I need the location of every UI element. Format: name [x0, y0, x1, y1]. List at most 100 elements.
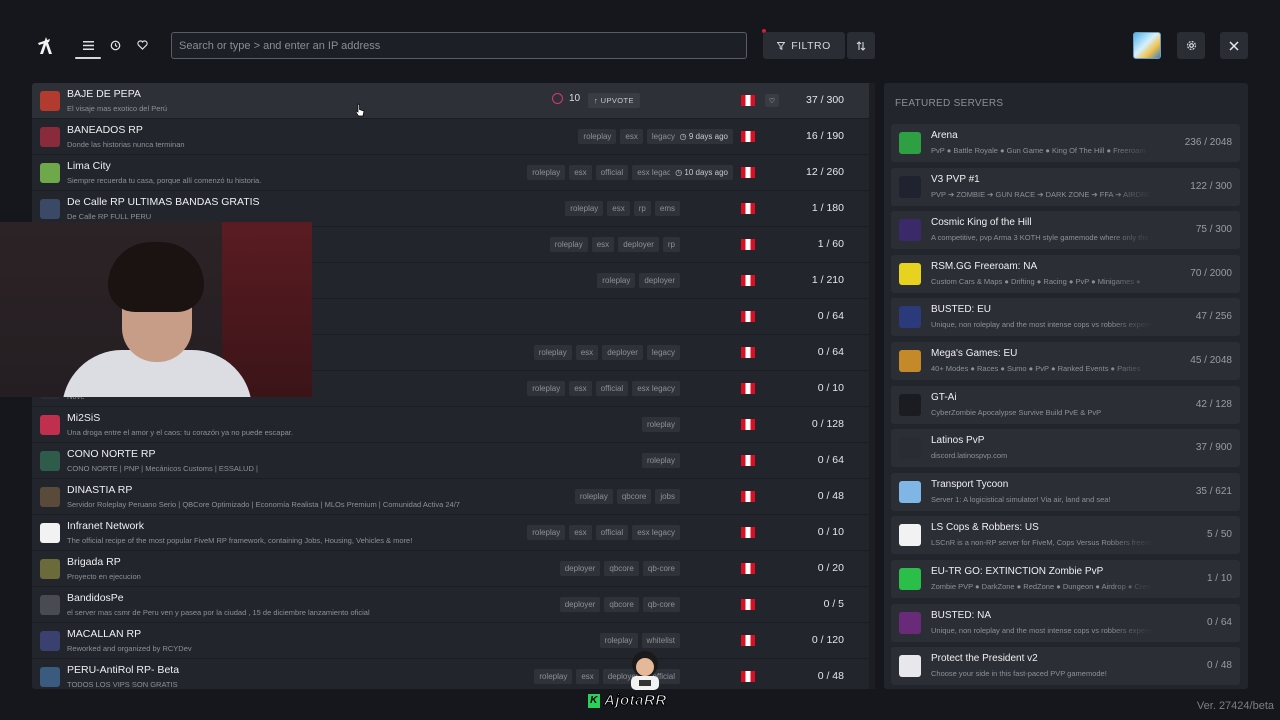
server-tag[interactable]: roleplay [533, 345, 572, 360]
server-tag[interactable]: roleplay [527, 165, 566, 180]
server-name: BAJE DE PEPA [67, 88, 141, 100]
server-tag[interactable]: qbcore [616, 489, 652, 504]
featured-server-card[interactable]: Mega's Games: EU 40+ Modes ● Races ● Sumo… [891, 342, 1240, 380]
server-tag[interactable]: roleplay [597, 273, 636, 288]
server-description: The official recipe of the most popular … [67, 536, 413, 545]
server-tag[interactable]: official [595, 165, 629, 180]
server-description: el server mas csmr de Peru ven y pasea p… [67, 608, 370, 617]
featured-server-card[interactable]: GT-Ai CyberZombie Apocalypse Survive Buil… [891, 385, 1240, 424]
server-tag[interactable]: roleplay [549, 237, 588, 252]
upvote-count: 10 [552, 93, 580, 104]
server-tag[interactable]: esx [576, 669, 599, 684]
featured-server-icon [899, 219, 921, 242]
server-list-scrollbar[interactable] [869, 83, 875, 689]
active-nav-indicator [75, 57, 101, 59]
server-tag[interactable]: official [595, 525, 629, 540]
server-tag[interactable]: jobs [655, 489, 680, 504]
server-icon [40, 487, 60, 507]
featured-server-card[interactable]: Arena PvP ● Battle Royale ● Gun Game ● Ki… [891, 124, 1240, 162]
featured-server-card[interactable]: Latinos PvP discord.latinospvp.com 37 / 90… [891, 429, 1240, 468]
streamer-mascot-icon [631, 651, 659, 690]
server-icon [40, 631, 60, 651]
server-tag[interactable]: esx [569, 165, 592, 180]
featured-server-card[interactable]: BUSTED: NA Unique, non roleplay and the m… [891, 603, 1240, 642]
server-tag[interactable]: qbcore [604, 561, 639, 576]
server-tag[interactable]: roleplay [574, 489, 613, 504]
featured-server-card[interactable]: Transport Tycoon Server 1: A logicistical… [891, 472, 1240, 511]
peru-flag-icon [741, 131, 755, 142]
server-tag[interactable]: qb-core [642, 597, 680, 612]
upvote-button[interactable]: ↑ UPVOTE [588, 93, 640, 108]
server-tag[interactable]: legacy [646, 345, 680, 360]
server-row[interactable]: CONO NORTE RP CONO NORTE | PNP | Mecánico… [32, 443, 875, 479]
avatar[interactable] [1133, 32, 1161, 59]
server-tag[interactable]: esx legacy [632, 381, 680, 396]
server-tag[interactable]: esx [591, 237, 615, 252]
featured-server-card[interactable]: Protect the President v2 Choose your side… [891, 647, 1240, 686]
featured-server-card[interactable]: LS Cops & Robbers: US LSCnR is a non-RP s… [891, 516, 1240, 555]
server-tag[interactable]: esx [607, 201, 630, 216]
close-button[interactable] [1220, 32, 1248, 59]
player-count: 1 / 60 [817, 238, 844, 250]
peru-flag-icon [741, 347, 755, 358]
server-row[interactable]: Brigada RP Proyecto en ejecucion deployer q… [32, 551, 875, 587]
server-tag[interactable]: rp [633, 201, 651, 216]
server-tag[interactable]: roleplay [527, 525, 566, 540]
server-tag[interactable]: roleplay [641, 417, 680, 432]
server-tag[interactable]: esx [569, 525, 592, 540]
featured-server-card[interactable]: EU-TR GO: EXTINCTION Zombie PvP Zombie PV… [891, 560, 1240, 598]
server-tag[interactable]: qb-core [642, 561, 680, 576]
featured-server-icon [899, 175, 921, 198]
featured-server-description: Zombie PVP ● DarkZone ● RedZone ● Dungeo… [931, 582, 1153, 591]
list-icon[interactable] [78, 35, 98, 55]
app-logo-icon[interactable] [36, 34, 56, 56]
server-row[interactable]: Mi2SiS Una droga entre el amor y el caos:… [32, 407, 875, 443]
server-tag[interactable]: esx legacy [632, 525, 680, 540]
server-tag[interactable]: deployer [639, 273, 680, 288]
search-input[interactable] [171, 32, 747, 59]
server-row[interactable]: PERU-AntiRol RP- Beta TODOS LOS VIPS SON … [32, 659, 875, 689]
featured-player-count: 236 / 2048 [1184, 137, 1232, 148]
server-tag[interactable]: roleplay [534, 669, 573, 684]
server-row[interactable]: MACALLAN RP Reworked and organized by RCY… [32, 623, 875, 659]
server-tag[interactable]: roleplay [527, 381, 566, 396]
server-row[interactable]: BandidosPe el server mas csmr de Peru ven… [32, 587, 875, 623]
server-row[interactable]: Lima City Siempre recuerda tu casa, porqu… [32, 155, 875, 191]
server-row[interactable]: BAJE DE PEPA El visaje mas exotico del Pe… [32, 83, 875, 119]
server-tags: roleplay [641, 453, 680, 468]
server-tag[interactable]: deployer [559, 561, 601, 576]
history-icon[interactable] [105, 35, 125, 55]
settings-button[interactable] [1177, 32, 1205, 59]
peru-flag-icon [741, 275, 755, 286]
server-row[interactable]: DINASTIA RP Servidor Roleplay Peruano Ser… [32, 479, 875, 515]
server-row[interactable]: BANEADOS RP Donde las historias nunca ter… [32, 119, 875, 155]
featured-server-card[interactable]: BUSTED: EU Unique, non roleplay and the m… [891, 298, 1240, 337]
heart-icon[interactable] [132, 35, 152, 55]
server-tag[interactable]: roleplay [578, 129, 617, 144]
server-tag[interactable]: esx [620, 129, 643, 144]
server-tag[interactable]: roleplay [565, 201, 604, 216]
server-tag[interactable]: deployer [602, 345, 643, 360]
server-tag[interactable]: roleplay [641, 453, 680, 468]
featured-server-card[interactable]: V3 PVP #1 PVP ➔ ZOMBIE ➔ GUN RACE ➔ DARK … [891, 167, 1240, 206]
sort-button[interactable] [847, 32, 875, 59]
peru-flag-icon [741, 635, 755, 646]
featured-server-card[interactable]: Cosmic King of the Hill A competitive, pv… [891, 211, 1240, 250]
filter-button[interactable]: FILTRO [763, 32, 845, 59]
server-tag[interactable]: esx [575, 345, 599, 360]
server-tag[interactable]: esx [569, 381, 592, 396]
server-row[interactable]: Infranet Network The official recipe of t… [32, 515, 875, 551]
featured-server-card[interactable]: RSM.GG Freeroam: NA Custom Cars & Maps ● … [891, 254, 1240, 293]
server-tags: roleplay esx deployer legacy [533, 345, 680, 360]
favorite-button[interactable]: ♡ [765, 94, 779, 107]
player-count: 0 / 64 [817, 346, 844, 358]
last-updated-text: 10 days ago [684, 168, 728, 177]
server-tags: roleplay qbcore jobs [574, 489, 680, 504]
server-tag[interactable]: deployer [559, 597, 601, 612]
server-tag[interactable]: rp [662, 237, 680, 252]
featured-server-name: Cosmic King of the Hill [931, 217, 1032, 229]
server-tag[interactable]: deployer [618, 237, 659, 252]
server-tag[interactable]: ems [654, 201, 680, 216]
server-tag[interactable]: official [595, 381, 629, 396]
server-tag[interactable]: qbcore [604, 597, 639, 612]
